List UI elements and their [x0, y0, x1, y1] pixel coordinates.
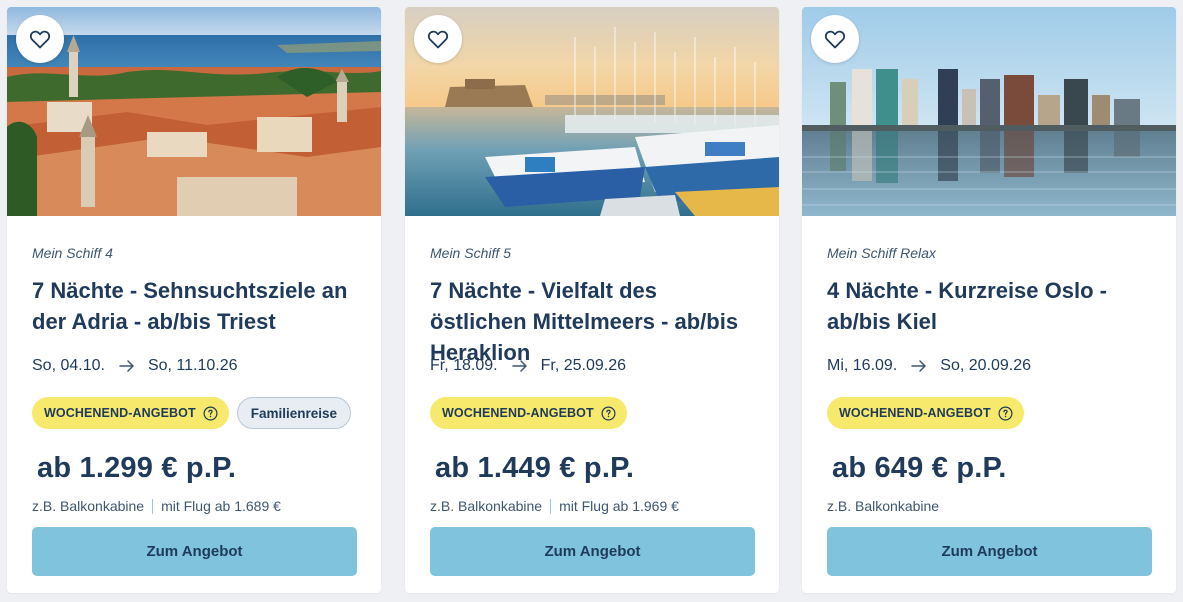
favorite-button[interactable] — [414, 15, 462, 63]
date-to: Fr, 25.09.26 — [540, 357, 626, 374]
offer-card-body: Mein Schiff 4 7 Nächte - Sehnsuchtsziele… — [32, 216, 357, 593]
arrow-right-icon — [119, 360, 134, 372]
offer-image[interactable] — [405, 7, 779, 216]
badge-row: WOCHENEND-ANGEBOT — [430, 397, 627, 429]
divider — [152, 498, 154, 514]
price-details: z.B. Balkonkabine mit Flug ab 1.969 € — [430, 498, 679, 514]
date-to: So, 11.10.26 — [147, 357, 238, 374]
cabin-type: z.B. Balkonkabine — [827, 498, 940, 514]
travel-dates: So, 04.10. So, 11.10.26 — [32, 357, 238, 375]
offer-title[interactable]: 7 Nächte - Vielfalt des östlichen Mittel… — [430, 275, 755, 368]
weekend-offer-label: WOCHENEND-ANGEBOT — [839, 406, 991, 420]
date-from: So, 04.10. — [32, 357, 105, 374]
travel-dates: Fr, 18.09. Fr, 25.09.26 — [430, 357, 626, 375]
info-circle-icon[interactable] — [203, 406, 218, 421]
info-circle-icon[interactable] — [601, 406, 616, 421]
favorite-button[interactable] — [16, 15, 64, 63]
weekend-offer-badge[interactable]: WOCHENEND-ANGEBOT — [827, 397, 1024, 429]
heart-outline-icon — [824, 30, 846, 49]
info-circle-icon[interactable] — [998, 406, 1013, 421]
offer-card-body: Mein Schiff 5 7 Nächte - Vielfalt des ös… — [430, 216, 755, 593]
price: ab 649 € p.P. — [832, 452, 1007, 484]
weekend-offer-label: WOCHENEND-ANGEBOT — [442, 406, 594, 420]
offer-card[interactable]: Mein Schiff 4 7 Nächte - Sehnsuchtsziele… — [7, 7, 381, 593]
family-trip-tag: Familienreise — [236, 397, 351, 429]
date-to: So, 20.09.26 — [940, 357, 1032, 374]
weekend-offer-label: WOCHENEND-ANGEBOT — [44, 406, 196, 420]
ship-name: Mein Schiff Relax — [827, 245, 936, 261]
badge-row: WOCHENEND-ANGEBOT Familienreise — [32, 397, 351, 429]
badge-row: WOCHENEND-ANGEBOT — [827, 397, 1024, 429]
favorite-button[interactable] — [811, 15, 859, 63]
view-offer-button[interactable]: Zum Angebot — [32, 527, 357, 576]
heart-outline-icon — [427, 30, 449, 49]
offer-card[interactable]: Mein Schiff 5 7 Nächte - Vielfalt des ös… — [405, 7, 779, 593]
travel-dates: Mi, 16.09. So, 20.09.26 — [827, 357, 1031, 375]
arrow-right-icon — [911, 360, 927, 372]
heart-outline-icon — [29, 30, 51, 49]
price-details: z.B. Balkonkabine mit Flug ab 1.689 € — [32, 498, 281, 514]
weekend-offer-badge[interactable]: WOCHENEND-ANGEBOT — [32, 397, 229, 429]
offer-card[interactable]: Mein Schiff Relax 4 Nächte - Kurzreise O… — [802, 7, 1176, 593]
weekend-offer-badge[interactable]: WOCHENEND-ANGEBOT — [430, 397, 627, 429]
divider — [550, 498, 552, 514]
price-details: z.B. Balkonkabine — [827, 498, 939, 514]
cabin-type: z.B. Balkonkabine — [32, 498, 145, 514]
flight-price: mit Flug ab 1.689 € — [161, 498, 281, 514]
offer-title[interactable]: 4 Nächte - Kurzreise Oslo - ab/bis Kiel — [827, 275, 1152, 337]
offer-card-body: Mein Schiff Relax 4 Nächte - Kurzreise O… — [827, 216, 1152, 593]
date-from: Fr, 18.09. — [430, 357, 498, 374]
offer-image[interactable] — [7, 7, 381, 216]
date-from: Mi, 16.09. — [827, 357, 898, 374]
view-offer-button[interactable]: Zum Angebot — [827, 527, 1152, 576]
ship-name: Mein Schiff 5 — [430, 245, 511, 261]
ship-name: Mein Schiff 4 — [32, 245, 113, 261]
offer-title[interactable]: 7 Nächte - Sehnsuchtsziele an der Adria … — [32, 275, 357, 337]
offer-image[interactable] — [802, 7, 1176, 216]
cabin-type: z.B. Balkonkabine — [430, 498, 543, 514]
flight-price: mit Flug ab 1.969 € — [559, 498, 679, 514]
price: ab 1.299 € p.P. — [37, 452, 237, 484]
price: ab 1.449 € p.P. — [435, 452, 635, 484]
arrow-right-icon — [511, 360, 527, 372]
view-offer-button[interactable]: Zum Angebot — [430, 527, 755, 576]
